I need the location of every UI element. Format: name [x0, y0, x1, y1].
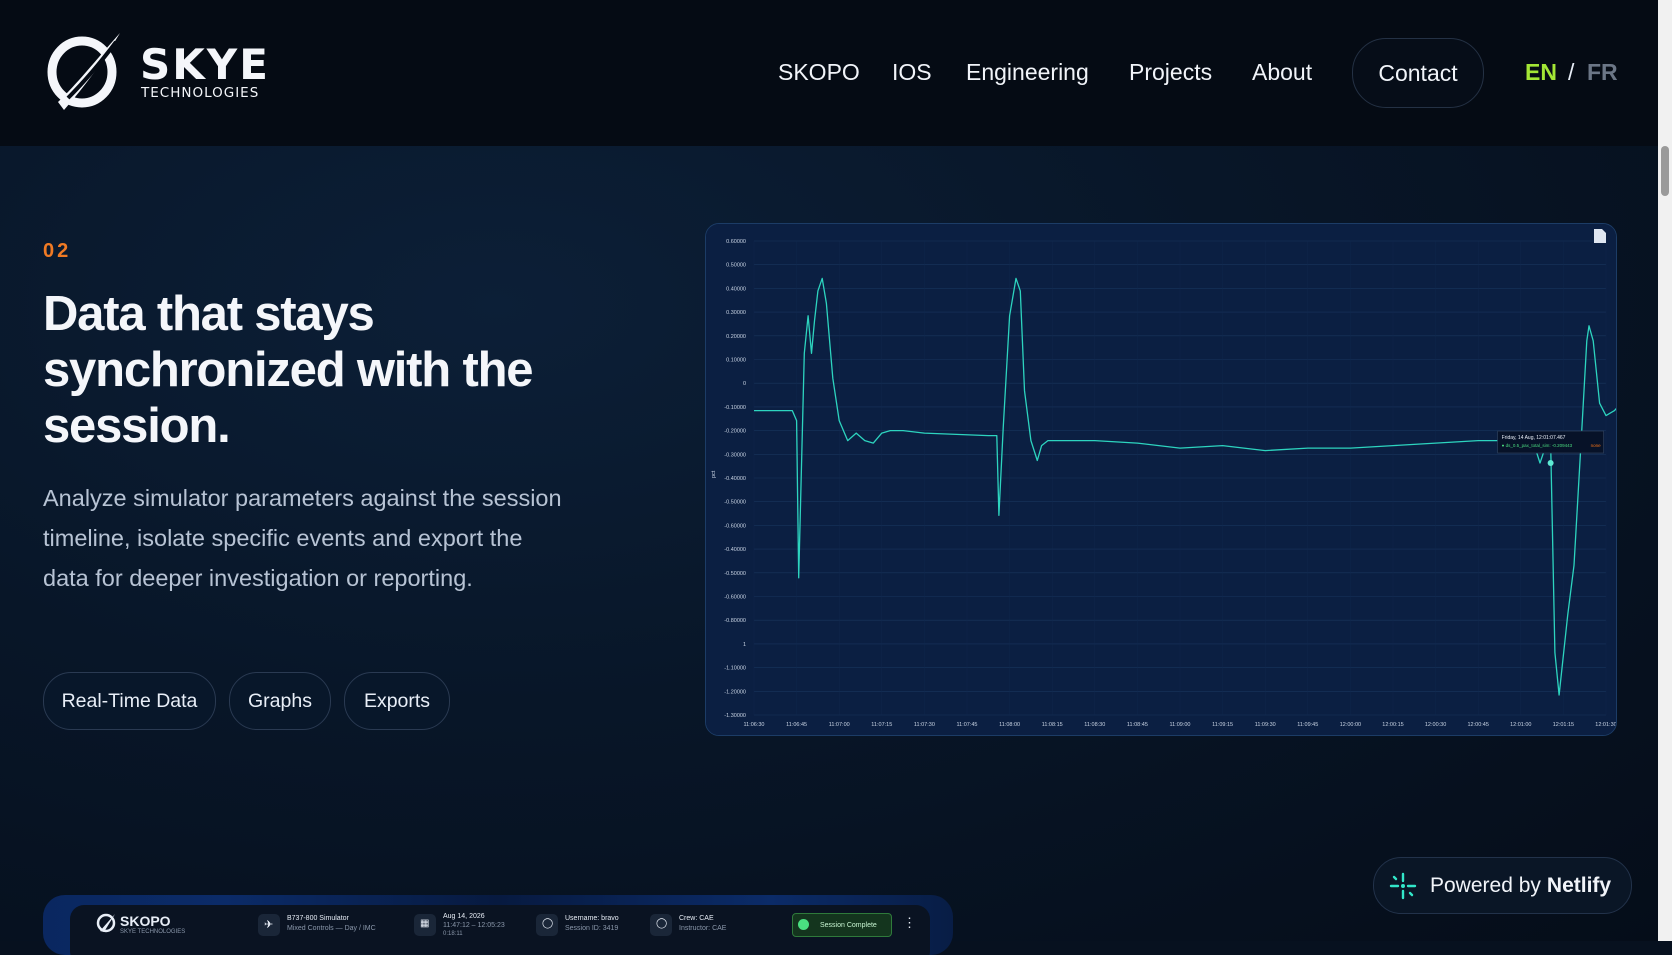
y-tick-label: -0.10000: [724, 405, 746, 411]
y-tick-label: -1.10000: [724, 666, 746, 672]
session-status-label: Session Complete: [820, 922, 877, 929]
section-number: 02: [43, 240, 72, 262]
y-tick-label: 1: [743, 642, 746, 648]
netlify-name: Netlify: [1546, 873, 1612, 897]
x-tick-label: 11:07:45: [956, 722, 977, 728]
x-tick-label: 11:07:15: [871, 722, 892, 728]
nav-link-projects[interactable]: Projects: [1129, 58, 1212, 86]
preview-brand-sub: SKYE TECHNOLOGIES: [120, 929, 186, 935]
y-tick-label: -1.20000: [724, 689, 746, 695]
language-en[interactable]: EN: [1525, 58, 1557, 86]
preview-aircraft: B737-800 Simulator: [287, 915, 349, 922]
netlify-prefix: Powered by: [1430, 873, 1541, 897]
netlify-icon: [1389, 872, 1417, 899]
y-tick-label: -0.20000: [724, 429, 746, 435]
y-tick-label: -0.50000: [724, 571, 746, 577]
x-tick-label: 11:09:45: [1297, 722, 1318, 728]
y-tick-label: -1.30000: [724, 713, 746, 719]
hover-point: [1547, 460, 1554, 467]
top-navigation-bar: SKYE TECHNOLOGIES SKOPO IOS Engineering …: [0, 0, 1658, 147]
y-tick-label: -0.80000: [724, 618, 746, 624]
chart-background: [706, 224, 1616, 735]
nav-link-ios[interactable]: IOS: [892, 58, 932, 86]
x-tick-label: 11:06:30: [743, 722, 764, 728]
check-circle-icon: [798, 919, 809, 930]
parameter-line-chart[interactable]: 0.60000 0.50000 0.40000 0.30000 0.20000 0.100…: [706, 224, 1616, 735]
tooltip-unit: none: [1591, 443, 1602, 448]
nav-link-about[interactable]: About: [1252, 58, 1312, 86]
y-tick-label: -0.50000: [724, 500, 746, 506]
y-tick-label: -0.30000: [724, 452, 746, 458]
y-tick-label: 0.30000: [726, 310, 746, 316]
x-tick-label: 11:08:00: [999, 722, 1020, 728]
y-tick-label: 0.50000: [726, 263, 746, 269]
tag-graphs[interactable]: Graphs: [229, 672, 331, 730]
skopo-logo-icon: [96, 913, 116, 933]
user-icon: ◯: [536, 914, 558, 936]
contact-button[interactable]: Contact: [1352, 38, 1484, 108]
y-tick-label: -0.60000: [724, 523, 746, 529]
more-options-icon[interactable]: ⋮: [903, 915, 916, 931]
y-tick-label: 0.20000: [726, 334, 746, 340]
x-tick-label: 11:06:45: [786, 722, 807, 728]
nav-link-skopo[interactable]: SKOPO: [778, 58, 860, 86]
preview-instructor: Instructor: CAE: [679, 925, 727, 932]
x-tick-label: 12:00:00: [1340, 722, 1361, 728]
x-tick-label: 12:00:30: [1425, 722, 1446, 728]
x-tick-label: 12:00:45: [1467, 722, 1488, 728]
preview-brand: SKOPO: [120, 913, 171, 929]
y-axis-label: pct: [711, 470, 717, 478]
y-tick-label: -0.40000: [724, 547, 746, 553]
tooltip-value: ● ds_0.5_pax_total_sim: -0.209443: [1502, 443, 1573, 448]
section-description: Analyze simulator parameters against the…: [43, 485, 562, 591]
tooltip-title: Friday, 14 Aug, 12:01:07.467: [1502, 435, 1566, 441]
crew-icon: ◯: [650, 914, 672, 936]
preview-duration: 0:18:11: [443, 931, 463, 937]
calendar-icon: ▦: [414, 914, 436, 936]
y-tick-label: -0.60000: [724, 595, 746, 601]
x-tick-label: 12:01:00: [1510, 722, 1531, 728]
language-fr[interactable]: FR: [1587, 58, 1618, 86]
preview-username: Username: bravo: [565, 915, 619, 922]
x-tick-label: 11:07:00: [829, 722, 850, 728]
preview-date: Aug 14, 2026: [443, 913, 485, 920]
section-title: Data that stays synchronized with the se…: [43, 287, 534, 453]
brand-name: SKYE: [140, 40, 270, 89]
y-tick-label: 0.60000: [726, 239, 746, 245]
x-tick-label: 12:00:15: [1382, 722, 1403, 728]
tag-exports[interactable]: Exports: [344, 672, 450, 730]
y-tick-label: 0: [743, 381, 746, 387]
x-tick-label: 11:09:30: [1255, 722, 1276, 728]
x-tick-label: 11:08:30: [1084, 722, 1105, 728]
preview-aircraft-sub: Mixed Controls — Day / IMC: [287, 925, 376, 932]
skye-swoosh-icon: [47, 33, 120, 110]
scrollbar-thumb[interactable]: [1661, 146, 1669, 196]
y-tick-label: -0.40000: [724, 476, 746, 482]
nav-link-engineering[interactable]: Engineering: [966, 58, 1089, 86]
session-status-badge: Session Complete: [792, 913, 892, 937]
aircraft-icon: ✈: [258, 914, 280, 936]
powered-by-netlify-badge[interactable]: Powered by Netlify: [1373, 857, 1632, 914]
skye-logo[interactable]: SKYE TECHNOLOGIES: [46, 30, 286, 116]
y-tick-label: 0.10000: [726, 358, 746, 364]
preview-time: 11:47:12 – 12:05:23: [443, 922, 505, 929]
chart-card: 0.60000 0.50000 0.40000 0.30000 0.20000 0.100…: [705, 223, 1617, 736]
x-tick-label: 11:09:15: [1212, 722, 1233, 728]
session-preview-card: SKOPO SKYE TECHNOLOGIES ✈ B737-800 Simul…: [43, 895, 953, 955]
tag-real-time-data[interactable]: Real-Time Data: [43, 672, 216, 730]
x-tick-label: 12:01:30: [1595, 722, 1616, 728]
x-tick-label: 12:01:15: [1553, 722, 1574, 728]
x-tick-label: 11:07:30: [914, 722, 935, 728]
y-tick-label: 0.40000: [726, 286, 746, 292]
language-separator: /: [1568, 59, 1575, 85]
session-header-bar: SKOPO SKYE TECHNOLOGIES ✈ B737-800 Simul…: [70, 905, 930, 955]
preview-session-id: Session ID: 3419: [565, 925, 619, 932]
x-tick-label: 11:08:15: [1042, 722, 1063, 728]
x-tick-label: 11:09:00: [1169, 722, 1190, 728]
scrollbar[interactable]: [1658, 0, 1672, 941]
preview-crew: Crew: CAE: [679, 915, 714, 922]
x-tick-label: 11:08:45: [1127, 722, 1148, 728]
brand-subtitle: TECHNOLOGIES: [141, 85, 260, 101]
